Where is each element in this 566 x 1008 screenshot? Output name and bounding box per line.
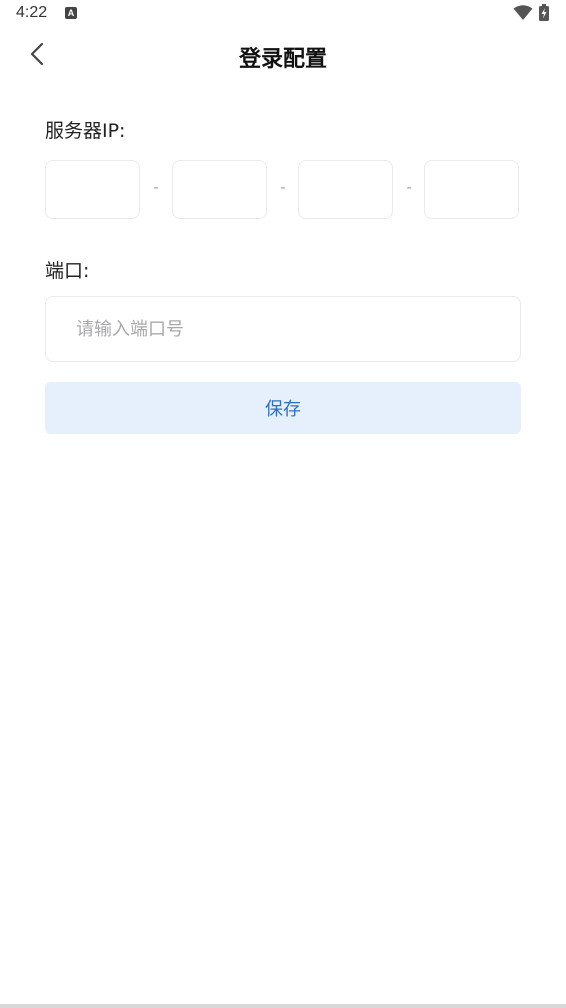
battery-charging-icon xyxy=(539,4,549,21)
ip-separator: - xyxy=(153,180,159,196)
server-ip-label: 服务器IP: xyxy=(45,120,126,142)
port-input[interactable] xyxy=(45,296,521,362)
header-bar: 登录配置 xyxy=(0,30,566,80)
ip-separator: - xyxy=(406,180,412,196)
server-ip-inputs: - - - xyxy=(45,160,521,220)
wifi-icon xyxy=(513,5,533,20)
ip-octet-1-input[interactable] xyxy=(45,160,140,219)
ip-separator: - xyxy=(280,180,286,196)
status-bar: 4:22 A xyxy=(0,0,566,30)
save-button[interactable]: 保存 xyxy=(45,382,521,434)
port-label: 端口: xyxy=(45,260,90,282)
ip-octet-2-input[interactable] xyxy=(172,160,267,219)
bottom-edge xyxy=(0,1004,566,1008)
notification-a-icon: A xyxy=(65,7,77,19)
status-time: 4:22 xyxy=(16,4,48,21)
ip-octet-3-input[interactable] xyxy=(298,160,393,219)
page-title: 登录配置 xyxy=(238,47,327,72)
ip-octet-4-input[interactable] xyxy=(424,160,519,219)
